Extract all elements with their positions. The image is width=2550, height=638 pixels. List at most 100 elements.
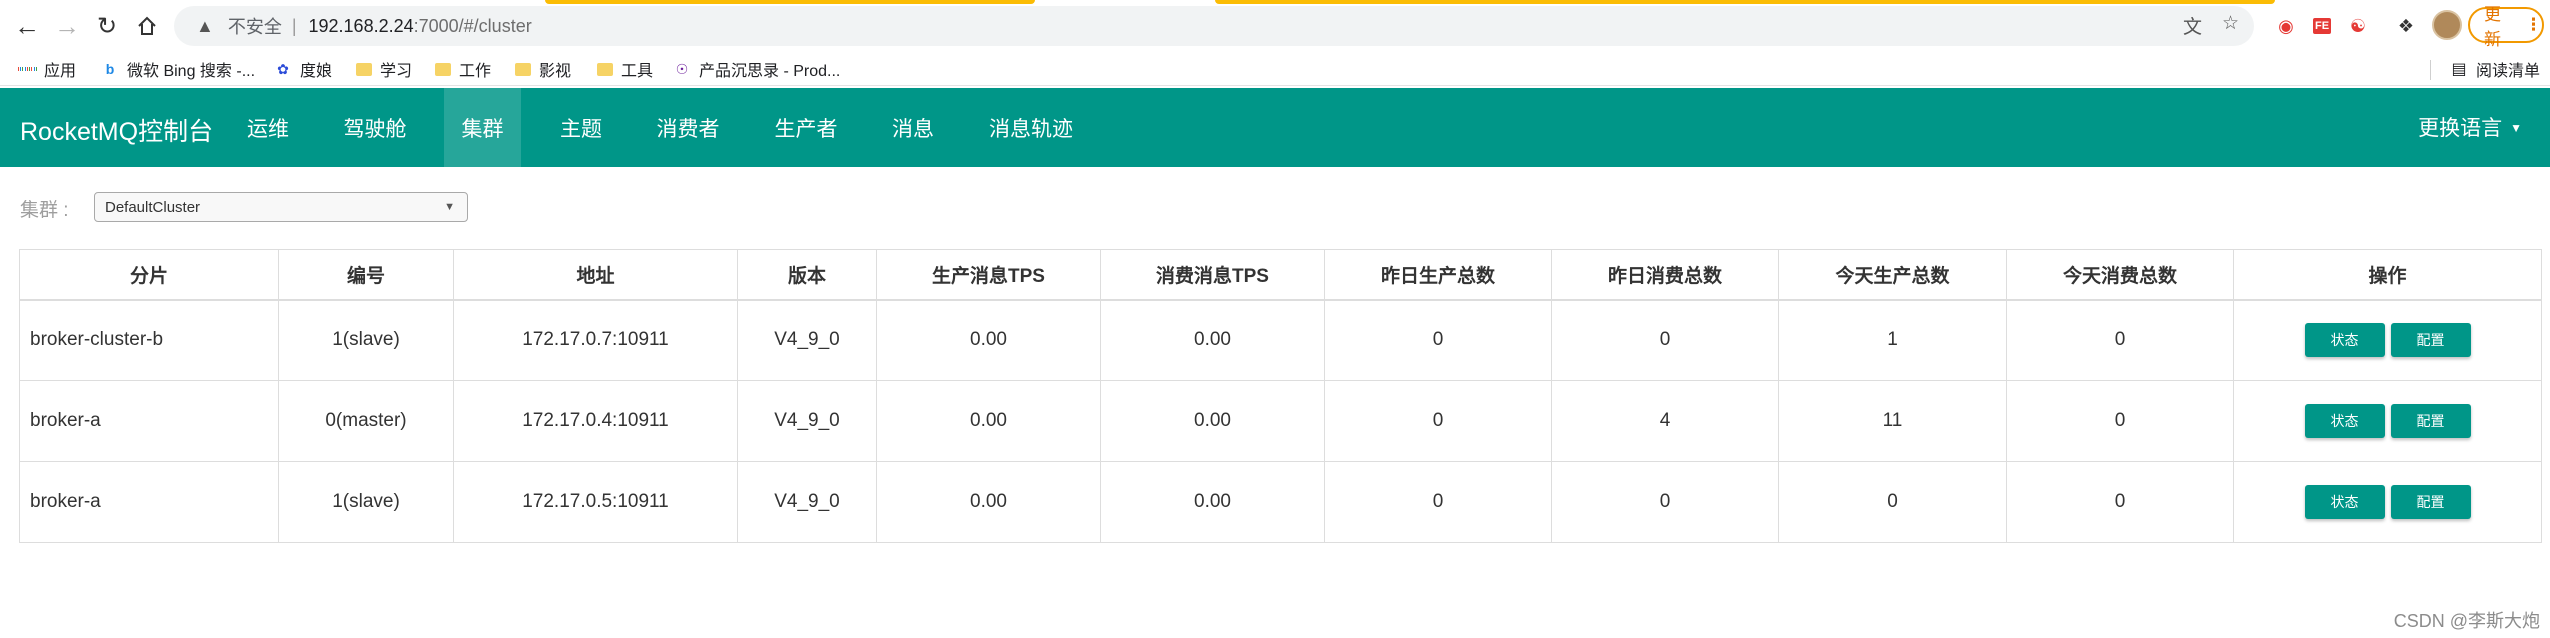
nav-ops[interactable]: 运维 xyxy=(229,88,307,167)
nav-label: 消息 xyxy=(892,117,934,141)
url-path: :7000/#/cluster xyxy=(413,15,532,36)
folder-icon xyxy=(356,62,372,76)
table-cell: 172.17.0.4:10911 xyxy=(453,380,738,462)
home-icon[interactable] xyxy=(130,9,164,43)
profile-avatar[interactable] xyxy=(2432,10,2462,40)
bookmark-baidu[interactable]: ✿ 度娘 xyxy=(274,58,333,81)
bookmark-folder-study[interactable]: 学习 xyxy=(356,58,412,80)
bookmark-folder-work[interactable]: 工作 xyxy=(435,58,491,80)
nav-dashboard[interactable]: 驾驶舱 xyxy=(331,88,419,167)
reading-list[interactable]: ▤ 阅读清单 xyxy=(2450,58,2540,80)
translate-icon[interactable]: 文 xyxy=(2183,12,2202,39)
table-cell: V4_9_0 xyxy=(737,299,877,381)
cluster-selected-value: DefaultCluster xyxy=(105,198,201,216)
table-cell: 0.00 xyxy=(1100,299,1325,381)
table-cell: V4_9_0 xyxy=(737,380,877,462)
cluster-select[interactable]: DefaultCluster ▼ xyxy=(94,192,468,222)
nav-message[interactable]: 消息 xyxy=(876,88,950,167)
column-header: 编号 xyxy=(278,249,454,301)
table-cell: 0 xyxy=(2006,299,2234,381)
nav-message-trace[interactable]: 消息轨迹 xyxy=(978,88,1084,167)
bookmark-folder-tools[interactable]: 工具 xyxy=(597,58,653,80)
bookmark-label: 应用 xyxy=(44,63,77,80)
bookmark-product-thinking[interactable]: ☉ 产品沉思录 - Prod... xyxy=(673,58,841,81)
tab-accent xyxy=(545,0,1035,4)
table-cell: 0 xyxy=(1324,299,1552,381)
nav-producer[interactable]: 生产者 xyxy=(760,88,852,167)
status-button[interactable]: 状态 xyxy=(2304,404,2385,438)
column-header: 昨日生产总数 xyxy=(1324,249,1552,301)
column-header: 版本 xyxy=(737,249,877,301)
broker-table: 分片 编号 地址 版本 生产消息TPS 消费消息TPS 昨日生产总数 昨日消费总… xyxy=(19,249,2542,543)
column-header: 昨日消费总数 xyxy=(1551,249,1779,301)
reading-list-icon: ▤ xyxy=(2451,61,2467,78)
star-icon[interactable]: ☆ xyxy=(2222,12,2239,35)
status-button[interactable]: 状态 xyxy=(2304,323,2385,358)
bookmark-label: 度娘 xyxy=(300,63,333,80)
url-separator: | xyxy=(291,15,297,36)
folder-icon xyxy=(435,62,451,76)
nav-topic[interactable]: 主题 xyxy=(542,88,620,167)
back-icon[interactable]: ← xyxy=(10,9,44,43)
nav-cluster[interactable]: 集群 xyxy=(444,88,521,167)
table-cell: 4 xyxy=(1551,380,1779,462)
column-header: 生产消息TPS xyxy=(876,249,1101,301)
table-cell: 11 xyxy=(1778,380,2007,462)
fe-extension-icon[interactable]: FE xyxy=(2308,12,2336,40)
update-button[interactable]: 更新 ⋮ xyxy=(2468,5,2544,49)
table-cell: broker-a xyxy=(19,461,279,543)
table-cell: 0 xyxy=(2006,380,2234,462)
table-cell: 0 xyxy=(1551,461,1779,543)
table-cell: 0(master) xyxy=(278,380,454,462)
bookmark-label: 微软 Bing 搜索 -... xyxy=(127,63,256,80)
brand-logo[interactable]: RocketMQ控制台 xyxy=(20,112,213,148)
bookmark-bing[interactable]: b 微软 Bing 搜索 -... xyxy=(101,58,255,80)
bing-icon: b xyxy=(105,61,115,77)
bookmark-apps[interactable]: 应用 xyxy=(18,58,76,80)
actions-cell: 状态 配置 xyxy=(2233,461,2542,543)
table-cell: 0 xyxy=(1324,461,1552,543)
browser-toolbar: ← → ↻ ▲ 不安全 | 192.168.2.24:7000/#/cluste… xyxy=(0,0,2550,52)
table-cell: 0 xyxy=(2006,461,2234,543)
table-cell: 1 xyxy=(1778,299,2007,381)
language-dropdown[interactable]: 更换语言 ▼ xyxy=(2418,112,2522,142)
reload-icon[interactable]: ↻ xyxy=(90,9,124,43)
extension-icon[interactable]: ❖ xyxy=(2392,12,2420,40)
insecure-label: 不安全 xyxy=(227,17,282,37)
nav-label: 主题 xyxy=(560,117,602,141)
nav-label: 驾驶舱 xyxy=(343,117,407,141)
table-cell: 0.00 xyxy=(876,380,1101,462)
bookmark-label: 阅读清单 xyxy=(2476,63,2541,80)
nav-label: 消费者 xyxy=(656,117,720,141)
weibo-extension-icon[interactable]: ◉ xyxy=(2272,12,2300,40)
table-cell: 172.17.0.5:10911 xyxy=(453,461,738,543)
language-label: 更换语言 xyxy=(2418,117,2503,140)
table-cell: 0 xyxy=(1778,461,2007,543)
address-bar[interactable]: ▲ 不安全 | 192.168.2.24:7000/#/cluster xyxy=(174,6,2254,46)
forward-icon[interactable]: → xyxy=(50,9,84,43)
nav-label: 集群 xyxy=(461,117,504,141)
baidu-icon: ✿ xyxy=(277,60,289,77)
column-header: 分片 xyxy=(19,249,279,301)
config-button[interactable]: 配置 xyxy=(2390,323,2471,358)
table-cell: 0.00 xyxy=(1100,380,1325,462)
nav-consumer[interactable]: 消费者 xyxy=(642,88,734,167)
sitemap-extension-icon[interactable]: ☯ xyxy=(2344,12,2372,40)
folder-icon xyxy=(515,62,531,76)
nav-label: 消息轨迹 xyxy=(989,117,1073,141)
table-cell: broker-cluster-b xyxy=(19,299,279,381)
bookmark-folder-movies[interactable]: 影视 xyxy=(515,58,571,80)
bookmark-label: 工具 xyxy=(621,63,654,80)
tab-accent xyxy=(1215,0,2275,4)
update-label: 更新 xyxy=(2484,5,2501,49)
bookmarks-divider xyxy=(2430,60,2431,80)
config-button[interactable]: 配置 xyxy=(2390,404,2471,438)
nav-label: 运维 xyxy=(247,117,289,141)
table-cell: 0 xyxy=(1324,380,1552,462)
table-row: broker-cluster-b 1(slave) 172.17.0.7:109… xyxy=(19,299,2542,381)
warning-icon: ▲ xyxy=(196,15,214,36)
status-button[interactable]: 状态 xyxy=(2304,485,2385,519)
config-button[interactable]: 配置 xyxy=(2390,485,2471,519)
table-row: broker-a 0(master) 172.17.0.4:10911 V4_9… xyxy=(19,380,2542,462)
table-cell: broker-a xyxy=(19,380,279,462)
